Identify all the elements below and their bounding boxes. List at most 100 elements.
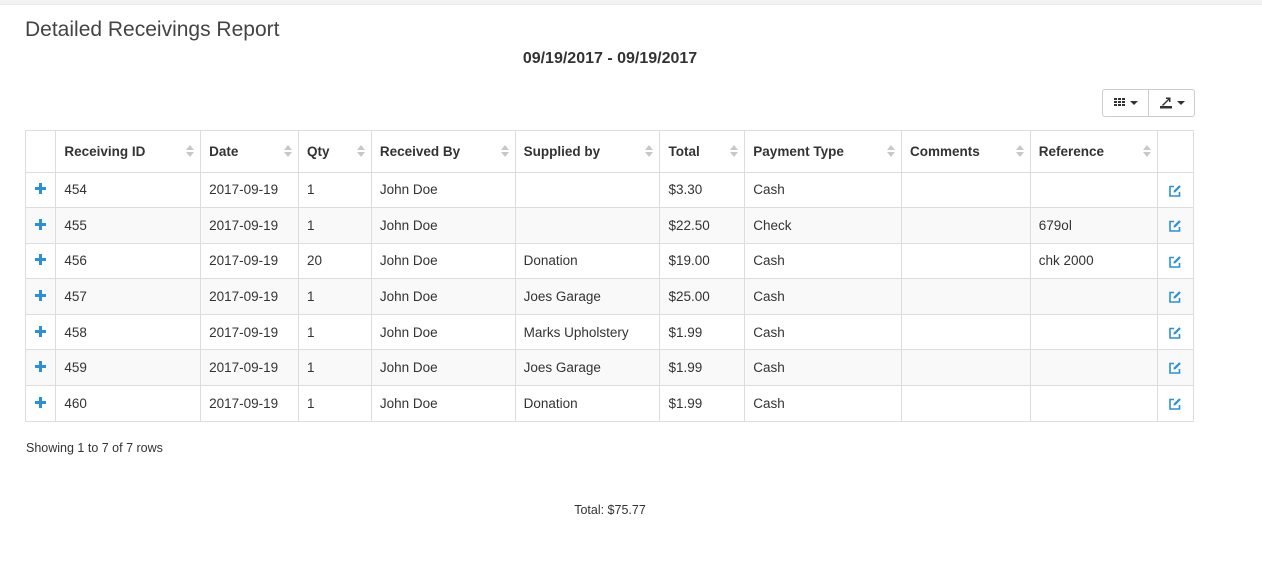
plus-icon	[35, 361, 47, 373]
cell-receiving-id: 459	[55, 349, 201, 386]
column-header-payment-type[interactable]: Payment Type	[744, 131, 902, 173]
cell-payment-type: Cash	[744, 278, 902, 315]
table-row: 460 2017-09-19 1 John Doe Donation $1.99 Cash	[26, 385, 1193, 422]
edit-row-button[interactable]	[1156, 242, 1193, 279]
column-header-receiving-id[interactable]: Receiving ID	[55, 131, 201, 173]
cell-date: 2017-09-19	[200, 242, 299, 279]
plus-icon	[35, 290, 47, 302]
cell-received-by: John Doe	[370, 313, 516, 350]
plus-icon	[35, 218, 47, 230]
edit-row-button[interactable]	[1156, 313, 1193, 350]
cell-payment-type: Check	[744, 207, 902, 244]
edit-row-button[interactable]	[1156, 207, 1193, 244]
edit-icon	[1169, 398, 1182, 411]
cell-date: 2017-09-19	[200, 207, 299, 244]
table-body: 454 2017-09-19 1 John Doe $3.30 Cash 455 2017-0…	[26, 171, 1193, 422]
cell-qty: 1	[298, 385, 372, 422]
cell-received-by: John Doe	[370, 278, 516, 315]
sort-icon	[500, 144, 509, 158]
cell-receiving-id: 454	[55, 171, 201, 208]
table-row: 455 2017-09-19 1 John Doe $22.50 Check 679ol	[26, 207, 1193, 244]
sort-icon	[284, 144, 293, 158]
expand-row-button[interactable]	[26, 278, 56, 315]
chevron-down-icon	[1176, 101, 1185, 105]
column-header-supplied-by[interactable]: Supplied by	[514, 131, 660, 173]
cell-payment-type: Cash	[744, 171, 902, 208]
sort-icon	[186, 144, 195, 158]
edit-icon	[1169, 362, 1182, 375]
top-bar	[0, 0, 1262, 5]
export-icon	[1159, 97, 1172, 109]
table-row: 457 2017-09-19 1 John Doe Joes Garage $25.00 C…	[26, 278, 1193, 315]
cell-comments	[901, 349, 1031, 386]
cell-total: $1.99	[659, 385, 745, 422]
cell-comments	[901, 278, 1031, 315]
cell-payment-type: Cash	[744, 349, 902, 386]
cell-received-by: John Doe	[370, 349, 516, 386]
receivings-table: Receiving ID Date Qty Received By Suppli…	[25, 130, 1194, 423]
column-header-total[interactable]: Total	[659, 131, 745, 173]
edit-column-header	[1156, 131, 1193, 173]
cell-receiving-id: 458	[55, 313, 201, 350]
expand-row-button[interactable]	[26, 207, 56, 244]
cell-receiving-id: 457	[55, 278, 201, 315]
cell-received-by: John Doe	[370, 385, 516, 422]
edit-row-button[interactable]	[1156, 171, 1193, 208]
cell-supplied-by: Donation	[514, 242, 660, 279]
column-header-date[interactable]: Date	[200, 131, 299, 173]
cell-qty: 20	[298, 242, 372, 279]
cell-payment-type: Cash	[744, 385, 902, 422]
edit-icon	[1169, 184, 1182, 197]
table-row: 458 2017-09-19 1 John Doe Marks Upholstery $1…	[26, 313, 1193, 350]
cell-total: $1.99	[659, 313, 745, 350]
expand-column-header	[26, 131, 56, 173]
expand-row-button[interactable]	[26, 385, 56, 422]
cell-reference	[1029, 171, 1158, 208]
column-header-qty[interactable]: Qty	[298, 131, 372, 173]
export-button[interactable]	[1149, 89, 1195, 117]
sort-icon	[1015, 144, 1024, 158]
cell-total: $22.50	[659, 207, 745, 244]
cell-received-by: John Doe	[370, 207, 516, 244]
edit-row-button[interactable]	[1156, 385, 1193, 422]
plus-icon	[35, 397, 47, 409]
pagination-summary: Showing 1 to 7 of 7 rows	[26, 441, 163, 455]
column-header-received-by[interactable]: Received By	[370, 131, 516, 173]
table-row: 456 2017-09-19 20 John Doe Donation $19.00 Cas…	[26, 242, 1193, 279]
cell-supplied-by: Donation	[514, 385, 660, 422]
cell-comments	[901, 207, 1031, 244]
cell-total: $25.00	[659, 278, 745, 315]
page-title: Detailed Receivings Report	[25, 18, 280, 41]
cell-payment-type: Cash	[744, 313, 902, 350]
expand-row-button[interactable]	[26, 171, 56, 208]
cell-date: 2017-09-19	[200, 349, 299, 386]
cell-payment-type: Cash	[744, 242, 902, 279]
cell-reference	[1029, 313, 1158, 350]
cell-supplied-by	[514, 171, 660, 208]
cell-reference: 679ol	[1029, 207, 1158, 244]
edit-row-button[interactable]	[1156, 278, 1193, 315]
cell-receiving-id: 455	[55, 207, 201, 244]
column-header-comments[interactable]: Comments	[901, 131, 1031, 173]
cell-received-by: John Doe	[370, 242, 516, 279]
sort-icon	[1142, 144, 1151, 158]
edit-row-button[interactable]	[1156, 349, 1193, 386]
table-toolbar	[1102, 89, 1195, 119]
cell-comments	[901, 313, 1031, 350]
cell-date: 2017-09-19	[200, 278, 299, 315]
table-row: 459 2017-09-19 1 John Doe Joes Garage $1.99 Ca…	[26, 349, 1193, 386]
column-header-reference[interactable]: Reference	[1029, 131, 1158, 173]
cell-reference	[1029, 278, 1158, 315]
expand-row-button[interactable]	[26, 313, 56, 350]
cell-reference	[1029, 385, 1158, 422]
cell-comments	[901, 385, 1031, 422]
cell-receiving-id: 460	[55, 385, 201, 422]
expand-row-button[interactable]	[26, 242, 56, 279]
cell-date: 2017-09-19	[200, 313, 299, 350]
edit-icon	[1169, 220, 1182, 232]
edit-icon	[1169, 327, 1182, 339]
columns-toggle-button[interactable]	[1102, 89, 1149, 117]
sort-icon	[730, 144, 739, 158]
plus-icon	[35, 183, 47, 195]
expand-row-button[interactable]	[26, 349, 56, 386]
